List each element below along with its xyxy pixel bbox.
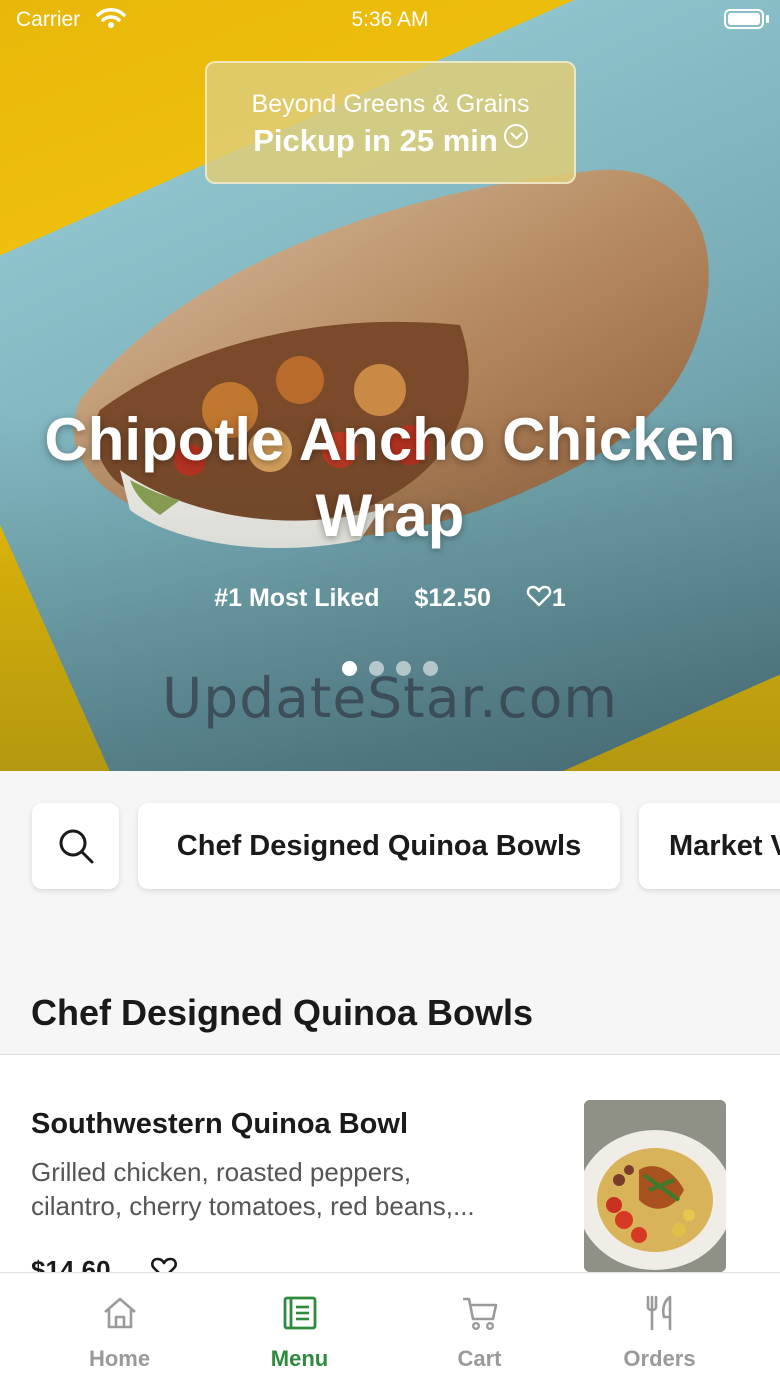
store-name: Beyond Greens & Grains [251, 90, 530, 118]
description-line: Grilled chicken, roasted peppers, [31, 1157, 412, 1187]
home-icon [104, 1297, 136, 1329]
hero-banner[interactable]: Carrier 5:36 AM Beyond Greens & Grains P… [0, 0, 780, 771]
tab-cart[interactable]: Cart [382, 1273, 577, 1387]
featured-price: $12.50 [414, 584, 491, 612]
menu-item-description: Grilled chicken, roasted peppers, cilant… [31, 1155, 551, 1223]
like-count: 1 [551, 584, 566, 612]
tab-label: Orders [623, 1346, 696, 1371]
tab-menu[interactable]: Menu [202, 1273, 397, 1387]
pickup-selector[interactable]: Beyond Greens & Grains Pickup in 25 min [205, 61, 576, 184]
battery-cap [766, 15, 769, 23]
watermark: UpdateStar.com [162, 666, 618, 730]
category-chip[interactable]: Chef Designed Quinoa Bowls [138, 803, 620, 889]
battery-icon [724, 9, 764, 29]
menu-icon [283, 1296, 317, 1330]
pickup-time: Pickup in 25 min [253, 123, 498, 158]
menu-item-name: Southwestern Quinoa Bowl [31, 1108, 409, 1140]
heart-icon [526, 585, 552, 607]
tab-orders[interactable]: Orders [562, 1273, 757, 1387]
search-button[interactable] [32, 803, 119, 889]
menu-item-card[interactable]: Southwestern Quinoa Bowl Grilled chicken… [0, 1055, 780, 1287]
tab-bar: Home Menu Cart Orders [0, 1272, 780, 1387]
tab-label: Cart [457, 1346, 502, 1371]
description-line: cilantro, cherry tomatoes, red beans,... [31, 1191, 475, 1221]
cart-icon [463, 1297, 498, 1331]
category-chip[interactable]: Market V [639, 803, 780, 889]
status-bar: Carrier 5:36 AM [0, 0, 780, 40]
rank-badge: #1 Most Liked [214, 584, 380, 612]
tab-label: Menu [270, 1346, 329, 1371]
featured-item-meta: #1 Most Liked $12.50 1 [0, 584, 780, 613]
featured-item-title: Chipotle Ancho Chicken Wrap [44, 406, 736, 549]
clock: 5:36 AM [351, 8, 429, 31]
tab-home[interactable]: Home [22, 1273, 217, 1387]
search-icon [59, 829, 93, 864]
utensils-icon [646, 1295, 672, 1331]
menu-item-photo [584, 1100, 726, 1272]
section-title: Chef Designed Quinoa Bowls [31, 992, 534, 1033]
tab-label: Home [88, 1346, 151, 1371]
chevron-down-icon [503, 124, 528, 148]
like-count-group[interactable]: 1 [526, 584, 566, 612]
category-bar: Chef Designed Quinoa Bowls Market V [0, 771, 780, 971]
